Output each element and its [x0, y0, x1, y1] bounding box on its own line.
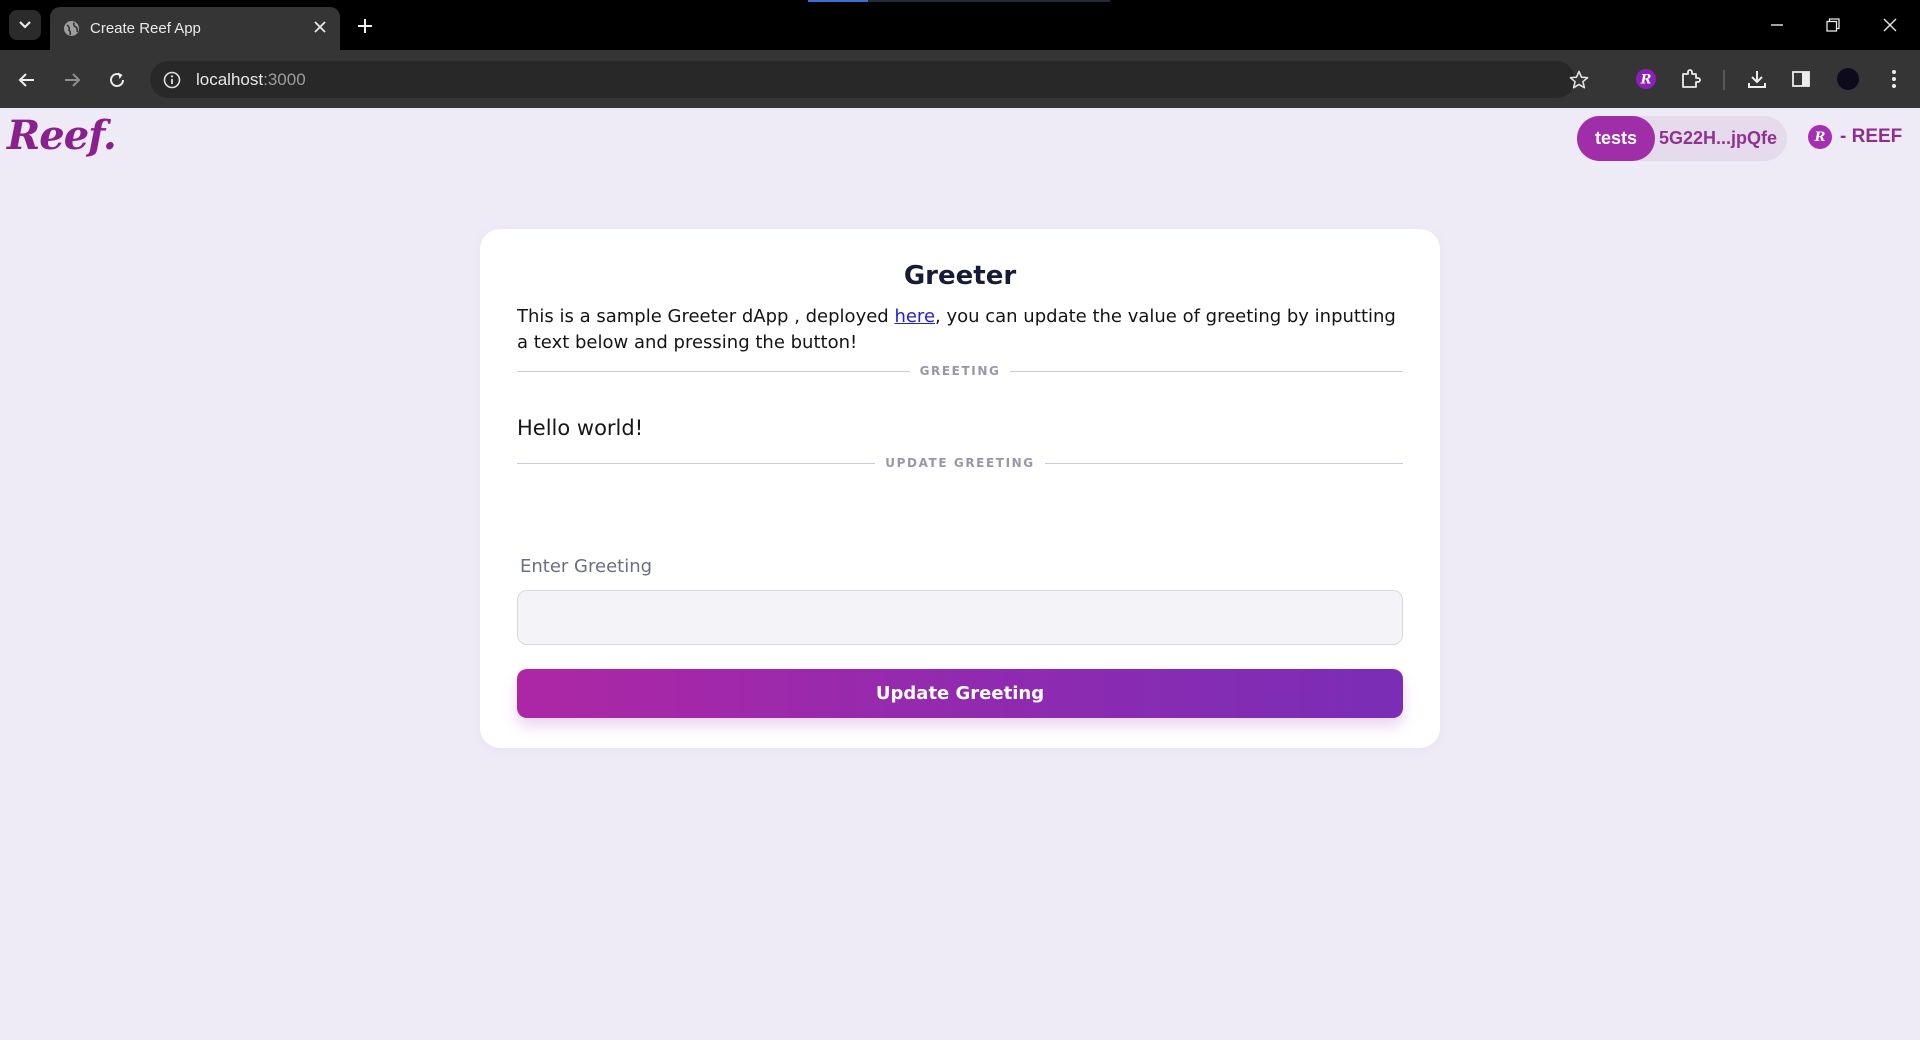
toolbar-separator — [1723, 70, 1725, 90]
greeter-card: Greeter This is a sample Greeter dApp , … — [480, 229, 1440, 748]
account-address[interactable]: 5G22H...jpQfe — [1659, 116, 1777, 161]
globe-icon — [63, 20, 80, 37]
browser-tab-bar: Create Reef App — [0, 0, 1920, 50]
side-panel-icon[interactable] — [1787, 65, 1815, 93]
card-title: Greeter — [903, 261, 1017, 291]
address-bar[interactable]: localhost:3000 — [150, 61, 1589, 98]
reef-coin-icon: R — [1808, 125, 1832, 149]
svg-text:R: R — [1640, 73, 1652, 88]
star-icon[interactable] — [1567, 68, 1591, 92]
update-greeting-divider: UPDATE GREETING — [517, 455, 1404, 471]
minimize-icon[interactable] — [1764, 12, 1790, 38]
greeting-divider: GREETING — [517, 363, 1404, 379]
page-viewport: Reef. tests 5G22H...jpQfe R - REEF Greet… — [0, 108, 1920, 1040]
greeting-input[interactable] — [517, 590, 1403, 645]
profile-avatar-icon[interactable] — [1834, 65, 1862, 93]
balance: R - REEF — [1808, 122, 1902, 152]
reef-logo[interactable]: Reef. — [7, 112, 117, 159]
url-text: localhost:3000 — [196, 70, 306, 89]
tab-title: Create Reef App — [90, 20, 201, 37]
account-name[interactable]: tests — [1577, 116, 1655, 161]
greeting-input-label: Enter Greeting — [520, 556, 653, 577]
reef-extension-icon[interactable]: R — [1632, 65, 1660, 93]
browser-toolbar: localhost:3000 R — [0, 50, 1920, 108]
deployed-here-link[interactable]: here — [894, 306, 935, 327]
restore-icon[interactable] — [1820, 12, 1846, 38]
kebab-menu-icon[interactable] — [1880, 65, 1908, 93]
arrow-right-icon[interactable] — [57, 65, 87, 95]
plus-icon[interactable] — [352, 13, 378, 39]
tab-strip-accent — [808, 0, 868, 2]
current-greeting: Hello world! — [517, 416, 644, 440]
greeting-divider-label: GREETING — [919, 364, 1001, 378]
account-selector[interactable]: tests 5G22H...jpQfe — [1577, 116, 1787, 161]
card-description: This is a sample Greeter dApp , deployed… — [517, 306, 1396, 353]
puzzle-icon[interactable] — [1677, 65, 1705, 93]
chevron-down-icon[interactable] — [9, 10, 41, 40]
reload-icon[interactable] — [102, 65, 132, 95]
close-icon[interactable] — [310, 17, 330, 37]
update-greeting-divider-label: UPDATE GREETING — [885, 456, 1035, 470]
tab-strip-accent-secondary — [868, 0, 1110, 2]
info-icon[interactable] — [161, 69, 182, 90]
browser-tab[interactable]: Create Reef App — [50, 7, 340, 50]
download-icon[interactable] — [1743, 65, 1771, 93]
arrow-left-icon[interactable] — [12, 65, 42, 95]
window-close-icon[interactable] — [1877, 12, 1903, 38]
balance-text: - REEF — [1840, 126, 1903, 147]
update-greeting-button[interactable]: Update Greeting — [517, 669, 1403, 718]
